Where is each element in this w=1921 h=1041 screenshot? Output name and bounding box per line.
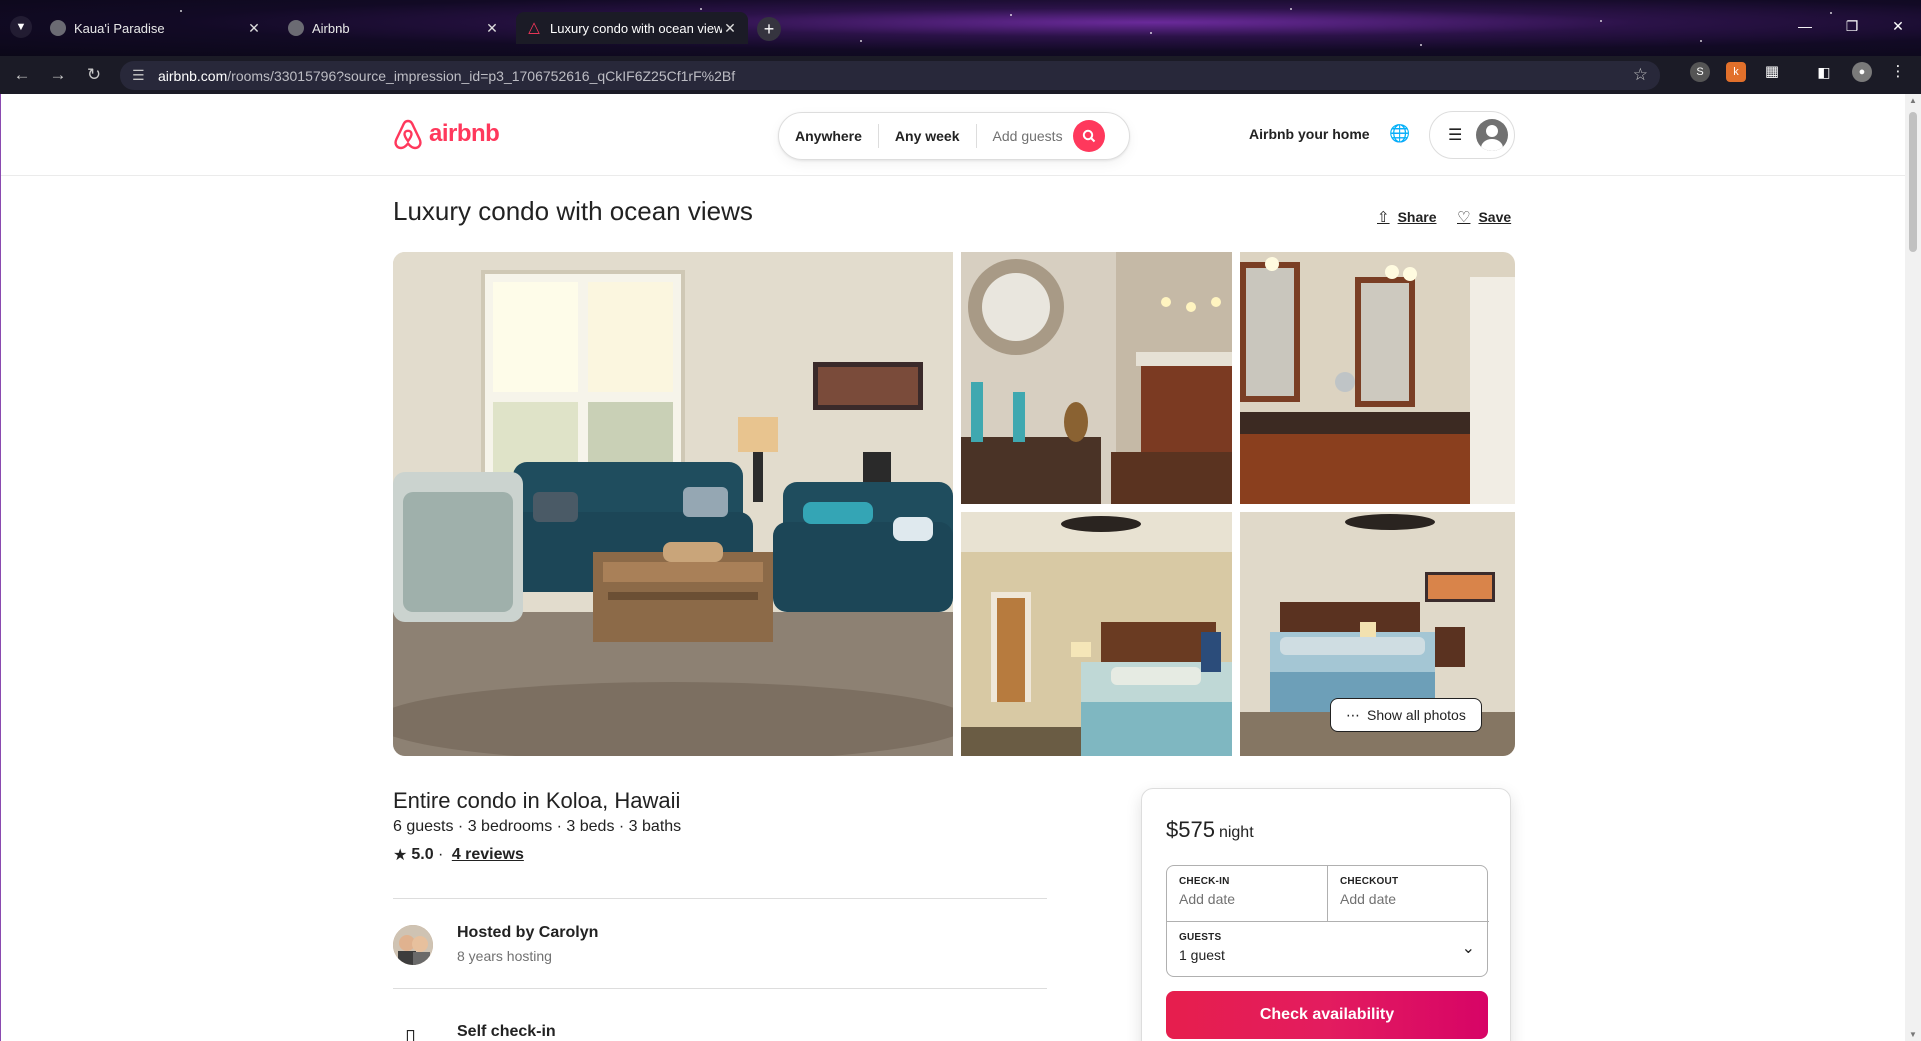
address-bar[interactable]: ☰ airbnb.com/rooms/33015796?source_impre… — [120, 61, 1660, 90]
listing-facts: 6 guests · 3 bedrooms · 3 beds · 3 baths — [393, 818, 682, 835]
booking-card: $575 night CHECK-IN Add date CHECKOUT Add… — [1141, 788, 1511, 1041]
photo-bedroom-1[interactable] — [961, 512, 1232, 756]
hamburger-icon: ☰ — [1448, 127, 1463, 144]
airbnb-page: airbnb Anywhere Any week Add guests Airb… — [0, 94, 1905, 1041]
self-checkin-heading: Self check-in — [457, 1023, 556, 1040]
close-window-icon[interactable]: ✕ — [1888, 18, 1908, 35]
close-tab-icon[interactable]: ✕ — [722, 20, 738, 37]
star-icon: ★ — [393, 847, 408, 864]
close-tab-icon[interactable]: ✕ — [246, 20, 262, 37]
door-icon: ▯ — [405, 1026, 417, 1041]
check-availability-button[interactable]: Check availability — [1166, 991, 1488, 1039]
photo-living-room[interactable] — [393, 252, 953, 756]
hosted-by: Hosted by Carolyn — [457, 924, 599, 941]
divider — [393, 898, 1047, 899]
extension-orange-icon[interactable]: k — [1726, 62, 1746, 82]
airbnb-your-home-link[interactable]: Airbnb your home — [1249, 126, 1370, 142]
site-info-icon[interactable]: ☰ — [132, 67, 145, 84]
browser-tab-strip: ▼ Kaua'i Paradise ✕ Airbnb ✕ △ Luxury co… — [0, 0, 1921, 56]
tab-search-menu-icon[interactable]: ▼ — [10, 16, 32, 38]
checkin-field[interactable]: CHECK-IN Add date — [1167, 866, 1328, 921]
nightly-price: $575 night — [1166, 817, 1254, 842]
rating-value: 5.0 — [411, 846, 434, 863]
scrollbar-thumb[interactable] — [1909, 112, 1917, 252]
search-button[interactable] — [1072, 120, 1105, 152]
minimize-icon[interactable]: — — [1795, 18, 1815, 34]
heart-icon: ♡ — [1457, 209, 1471, 226]
search-add-guests[interactable]: Add guests — [977, 128, 1073, 144]
bookmark-star-icon[interactable]: ☆ — [1633, 65, 1648, 85]
globe-favicon-icon — [288, 20, 304, 36]
tab-kauai-paradise[interactable]: Kaua'i Paradise ✕ — [40, 12, 272, 44]
share-icon: ⇧ — [1377, 209, 1390, 226]
rating-separator: · — [433, 846, 448, 863]
extension-s-icon[interactable]: S — [1690, 62, 1710, 82]
scroll-up-icon[interactable]: ▲ — [1909, 96, 1917, 105]
user-menu-button[interactable]: ☰ — [1429, 111, 1515, 159]
airbnb-favicon-icon: △ — [528, 19, 540, 36]
new-tab-button[interactable]: + — [757, 17, 781, 41]
checkout-field[interactable]: CHECKOUT Add date — [1328, 866, 1489, 921]
extensions-puzzle-icon[interactable]: ▦ — [1762, 62, 1782, 82]
site-header: airbnb Anywhere Any week Add guests Airb… — [1, 94, 1905, 176]
tab-luxury-condo[interactable]: △ Luxury condo with ocean views ✕ — [516, 12, 748, 44]
side-panel-icon[interactable]: ◧ — [1814, 62, 1834, 82]
reviews-link[interactable]: 4 reviews — [452, 846, 524, 864]
airbnb-logo[interactable]: airbnb — [393, 118, 500, 150]
search-bar[interactable]: Anywhere Any week Add guests — [778, 112, 1130, 160]
globe-icon[interactable]: 🌐 — [1389, 124, 1410, 144]
airbnb-belo-icon — [394, 119, 422, 150]
tab-airbnb[interactable]: Airbnb ✕ — [278, 12, 510, 44]
close-tab-icon[interactable]: ✕ — [484, 20, 500, 37]
listing-title: Luxury condo with ocean views — [393, 196, 753, 226]
profile-avatar-icon[interactable]: ● — [1852, 62, 1872, 82]
user-avatar-icon — [1476, 119, 1508, 151]
search-anywhere[interactable]: Anywhere — [779, 128, 878, 144]
search-icon — [1082, 129, 1095, 143]
reload-icon[interactable]: ↻ — [84, 65, 104, 85]
search-any-week[interactable]: Any week — [879, 128, 976, 144]
share-button[interactable]: ⇧ Share — [1377, 208, 1437, 226]
show-all-photos-button[interactable]: ⋯ Show all photos — [1330, 698, 1482, 732]
date-guest-picker: CHECK-IN Add date CHECKOUT Add date GUES… — [1166, 865, 1489, 978]
back-icon[interactable]: ← — [12, 65, 32, 85]
photo-kitchen[interactable] — [961, 252, 1232, 504]
host-avatar[interactable] — [393, 925, 433, 965]
place-type-heading: Entire condo in Koloa, Hawaii — [393, 788, 681, 813]
divider — [393, 988, 1047, 989]
save-button[interactable]: ♡ Save — [1457, 208, 1511, 226]
browser-menu-icon[interactable]: ⋮ — [1888, 62, 1908, 82]
photo-gallery — [393, 252, 1515, 756]
guests-dropdown[interactable]: GUESTS 1 guest ⌄ — [1167, 921, 1489, 978]
rating-summary: ★ 5.0 · 4 reviews — [393, 845, 524, 865]
url-text: airbnb.com/rooms/33015796?source_impress… — [158, 68, 736, 84]
forward-icon[interactable]: → — [48, 65, 68, 85]
restore-icon[interactable]: ❐ — [1842, 18, 1862, 35]
grid-dots-icon: ⋯ — [1346, 706, 1360, 723]
page-scrollbar[interactable]: ▲ ▼ — [1905, 94, 1921, 1041]
chevron-down-icon: ⌄ — [1461, 940, 1475, 957]
photo-bathroom[interactable] — [1240, 252, 1515, 504]
browser-toolbar: ← → ↻ ☰ airbnb.com/rooms/33015796?source… — [0, 56, 1921, 94]
globe-favicon-icon — [50, 20, 66, 36]
hosting-years: 8 years hosting — [457, 948, 552, 964]
scroll-down-icon[interactable]: ▼ — [1909, 1030, 1917, 1039]
